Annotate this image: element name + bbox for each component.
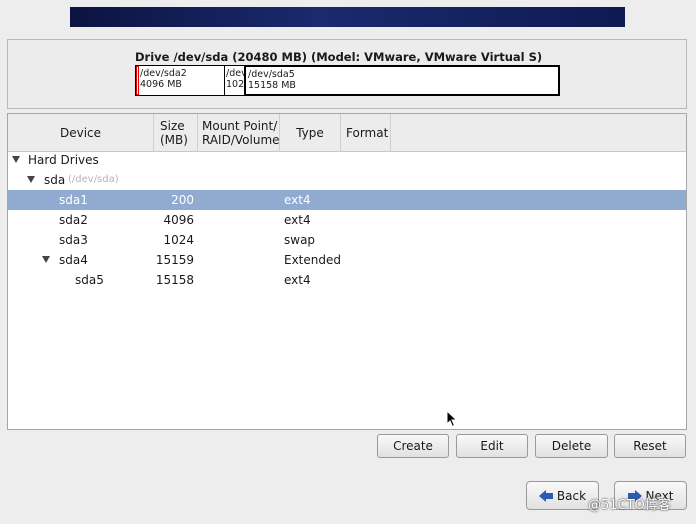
row-type: ext4: [284, 213, 311, 227]
disk-segment-sda2[interactable]: /dev/sda2 4096 MB: [139, 66, 225, 95]
tree-row-label: Hard Drives: [28, 153, 99, 167]
segment-name: /dev/sda5: [248, 69, 295, 80]
expander-triangle-icon[interactable]: [12, 156, 20, 163]
reset-button[interactable]: Reset: [614, 434, 686, 458]
segment-size: 102: [226, 79, 245, 90]
tree-row-hard-drives[interactable]: Hard Drives: [8, 150, 686, 170]
row-type: swap: [284, 233, 316, 247]
tree-row-sda[interactable]: sda (/dev/sda): [8, 170, 686, 190]
disk-segment-sda3[interactable]: /dev 102: [225, 66, 245, 95]
watermark: @51CTO博客: [588, 498, 671, 513]
row-device: sda3: [59, 233, 88, 247]
arrow-left-icon: [538, 489, 553, 503]
header-banner: [70, 7, 625, 27]
edit-button[interactable]: Edit: [456, 434, 528, 458]
column-device[interactable]: Device: [8, 114, 154, 152]
partition-tree[interactable]: Device Size (MB) Mount Point/RAID/Volume …: [7, 113, 687, 430]
column-mount-point[interactable]: Mount Point/RAID/Volume: [198, 114, 280, 152]
disk-path-label: (/dev/sda): [68, 174, 119, 185]
mouse-cursor-icon: [446, 410, 458, 428]
table-row[interactable]: sda3 1024 swap: [8, 230, 686, 250]
column-size[interactable]: Size (MB): [154, 114, 198, 152]
delete-button[interactable]: Delete: [535, 434, 608, 458]
segment-size: 15158 MB: [248, 80, 296, 91]
column-format[interactable]: Format: [341, 114, 391, 152]
row-type: Extended: [284, 253, 341, 267]
row-size: 200: [171, 193, 194, 207]
row-type: ext4: [284, 273, 311, 287]
row-type: ext4: [284, 193, 311, 207]
row-device: sda4: [59, 253, 88, 267]
table-row[interactable]: sda1 200 ext4: [8, 190, 686, 210]
row-device: sda2: [59, 213, 88, 227]
table-row[interactable]: sda4 15159 Extended: [8, 250, 686, 270]
disk-segment-sda5[interactable]: /dev/sda5 15158 MB: [245, 66, 559, 95]
tree-row-label: sda: [44, 173, 66, 187]
create-button[interactable]: Create: [377, 434, 449, 458]
segment-size: 4096 MB: [140, 79, 182, 90]
row-device: sda5: [75, 273, 104, 287]
row-size: 1024: [163, 233, 194, 247]
row-size: 15159: [155, 253, 194, 267]
drive-panel: Drive /dev/sda (20480 MB) (Model: VMware…: [7, 39, 687, 109]
segment-name: /dev: [226, 68, 245, 79]
row-size: 15158: [155, 273, 194, 287]
back-label: Back: [556, 488, 587, 503]
row-size: 4096: [163, 213, 194, 227]
segment-name: /dev/sda2: [140, 68, 187, 79]
disk-map: /dev/sda2 4096 MB /dev 102 /dev/sda5 151…: [135, 65, 560, 96]
table-row[interactable]: sda2 4096 ext4: [8, 210, 686, 230]
row-device: sda1: [59, 193, 88, 207]
table-row[interactable]: sda5 15158 ext4: [8, 270, 686, 290]
column-header: Device Size (MB) Mount Point/RAID/Volume …: [8, 114, 686, 152]
drive-title: Drive /dev/sda (20480 MB) (Model: VMware…: [135, 50, 543, 64]
expander-triangle-icon[interactable]: [42, 256, 50, 263]
column-type[interactable]: Type: [280, 114, 341, 152]
expander-triangle-icon[interactable]: [27, 176, 35, 183]
